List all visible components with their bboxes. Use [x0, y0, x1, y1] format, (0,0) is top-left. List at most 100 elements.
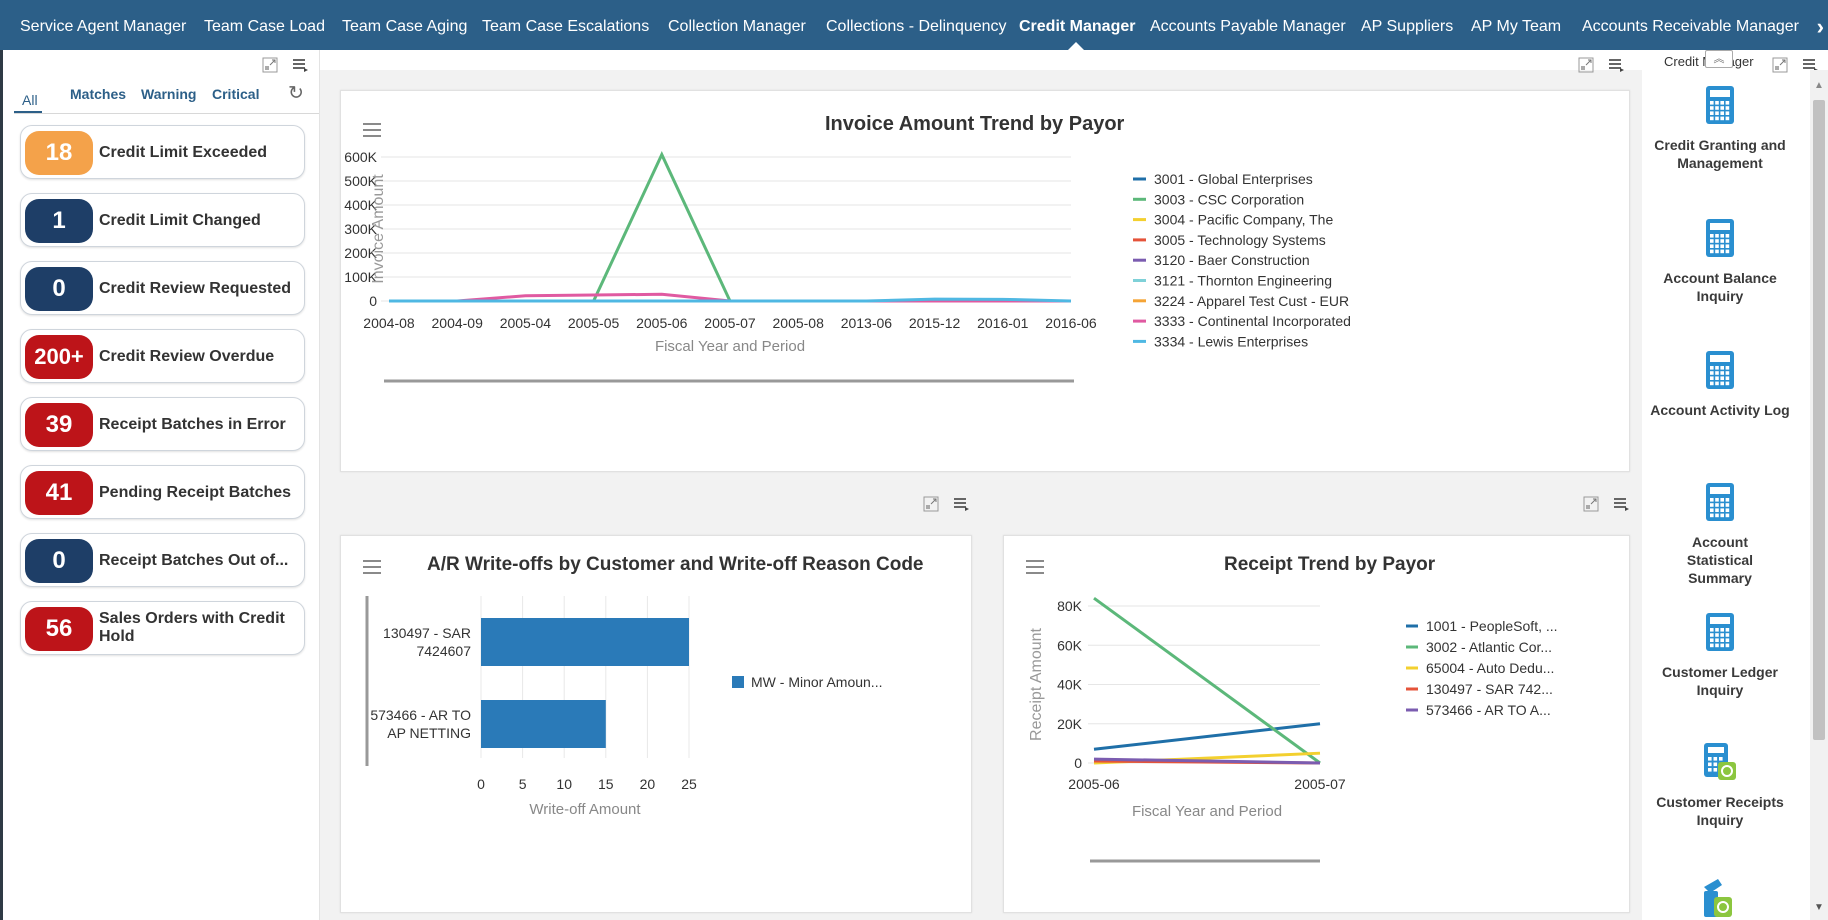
filter-critical[interactable]: Critical: [212, 86, 259, 102]
filter-all[interactable]: All: [22, 92, 38, 108]
x-tick-label: 2005-04: [500, 315, 552, 331]
x-tick-label: 2016-06: [1045, 315, 1097, 331]
maximize-icon[interactable]: [923, 496, 939, 512]
writeoffs-chart: 0 5 10 15 20 25 Write-off Amount 130497 - SAR 74…: [365, 596, 882, 818]
sidebar-item-customer-ledger-inquiry[interactable]: Customer Ledger Inquiry: [1645, 612, 1795, 699]
count-badge: 1: [25, 199, 93, 243]
nav-tab-service-agent-manager[interactable]: Service Agent Manager: [20, 0, 186, 50]
calculator-icon: [1645, 85, 1795, 130]
scroll-down-icon[interactable]: ▼: [1814, 902, 1824, 913]
legend-label: 3003 - CSC Corporation: [1154, 191, 1304, 207]
receipt-inquiry-icon: [1645, 742, 1795, 787]
alert-tile[interactable]: 0 Credit Review Requested: [20, 261, 305, 315]
category-label: 130497 - SAR: [383, 625, 471, 641]
invoice-trend-panel: Invoice Amount Trend by Payor 0 100K 200K 3…: [340, 90, 1630, 472]
panel-menu-icon[interactable]: [953, 496, 969, 512]
legend-label: 3002 - Atlantic Cor...: [1426, 639, 1552, 655]
sidebar-item-account-statistical-summary[interactable]: Account Statistical Summary: [1645, 482, 1795, 587]
nav-tab-collections-delinquency[interactable]: Collections - Delinquency: [826, 0, 1007, 50]
sidebar-item-label: Customer Receipts Inquiry: [1656, 794, 1784, 828]
receipt-trend-panel: Receipt Trend by Payor 0 20K 40K 60K 80K 2005…: [1003, 535, 1630, 913]
series-line: [389, 151, 1071, 303]
x-tick-label: 20: [640, 776, 656, 792]
category-label: 7424607: [416, 643, 471, 659]
maximize-icon[interactable]: [1578, 57, 1594, 73]
calculator-icon: [1645, 350, 1795, 395]
alert-tile[interactable]: 18 Credit Limit Exceeded: [20, 125, 305, 179]
alert-tile[interactable]: 1 Credit Limit Changed: [20, 193, 305, 247]
x-tick-label: 2013-06: [841, 315, 893, 331]
y-tick-label: 0: [1074, 755, 1082, 771]
series-line: [1093, 596, 1321, 765]
nav-tab-team-case-escalations[interactable]: Team Case Escalations: [482, 0, 649, 50]
x-tick-label: 2004-08: [363, 315, 415, 331]
y-tick-label: 0: [369, 293, 377, 309]
x-tick-label: 0: [477, 776, 485, 792]
x-axis-label: Fiscal Year and Period: [655, 338, 805, 355]
alert-tile[interactable]: 41 Pending Receipt Batches: [20, 465, 305, 519]
calculator-icon: [1645, 612, 1795, 657]
legend-label: 3120 - Baer Construction: [1154, 252, 1310, 268]
sidebar-item-account-activity-log[interactable]: Account Activity Log: [1645, 350, 1795, 419]
legend-label: 3334 - Lewis Enterprises: [1154, 333, 1308, 349]
nav-more-arrow-icon[interactable]: ›: [1817, 0, 1824, 50]
maximize-icon[interactable]: [1583, 496, 1599, 512]
sidebar-item-label: Account Balance Inquiry: [1663, 270, 1777, 304]
y-axis-label: Receipt Amount: [1028, 627, 1045, 741]
legend-label: 3333 - Continental Incorporated: [1154, 313, 1351, 329]
left-edge: [0, 50, 3, 920]
legend-label: 130497 - SAR 742...: [1426, 681, 1553, 697]
active-tab-caret: [1067, 42, 1085, 51]
count-badge: 18: [25, 131, 93, 175]
nav-tab-team-case-aging[interactable]: Team Case Aging: [342, 0, 467, 50]
legend-swatch: [732, 676, 744, 688]
sidebar-item-credit-granting-and-management[interactable]: Credit Granting and Management: [1645, 85, 1795, 172]
legend-label: 3121 - Thornton Engineering: [1154, 273, 1332, 289]
top-nav: › Service Agent Manager Team Case Load Tea…: [0, 0, 1828, 51]
sidebar-item-customer-receipts-inquiry[interactable]: Customer Receipts Inquiry: [1645, 742, 1795, 829]
nav-tab-accounts-payable-manager[interactable]: Accounts Payable Manager: [1150, 0, 1346, 50]
writeoffs-panel-tools: [923, 496, 969, 512]
y-tick-label: 40K: [1057, 677, 1083, 693]
tile-label: Credit Limit Changed: [99, 212, 261, 229]
nav-tab-collection-manager[interactable]: Collection Manager: [668, 0, 806, 50]
count-badge: 200+: [25, 335, 93, 379]
scrollbar-thumb[interactable]: [1813, 100, 1825, 740]
nav-tab-accounts-receivable-manager[interactable]: Accounts Receivable Manager: [1582, 0, 1799, 50]
alert-tile[interactable]: 0 Receipt Batches Out of...: [20, 533, 305, 587]
nav-tab-ap-suppliers[interactable]: AP Suppliers: [1361, 0, 1453, 50]
tile-label: Receipt Batches Out of...: [99, 552, 289, 569]
y-axis-label: Invoice Amount: [370, 174, 387, 284]
alert-tile[interactable]: 200+ Credit Review Overdue: [20, 329, 305, 383]
panel-menu-icon[interactable]: [1613, 496, 1629, 512]
alert-tile[interactable]: 39 Receipt Batches in Error: [20, 397, 305, 451]
sidebar-item-partial-icon[interactable]: [1700, 875, 1734, 920]
y-tick-label: 80K: [1057, 598, 1083, 614]
tile-label: Credit Review Overdue: [99, 348, 275, 365]
panel-menu-icon[interactable]: [1608, 57, 1624, 73]
maximize-icon[interactable]: [262, 57, 278, 73]
maximize-icon[interactable]: [1772, 57, 1788, 73]
x-tick-label: 2005-07: [704, 315, 756, 331]
tile-label: Credit Review Requested: [99, 280, 292, 297]
sidebar-item-account-balance-inquiry[interactable]: Account Balance Inquiry: [1645, 218, 1795, 305]
x-tick-label: 2015-12: [909, 315, 961, 331]
x-tick-label: 2016-01: [977, 315, 1029, 331]
alert-tile[interactable]: 56 Sales Orders with Credit Hold: [20, 601, 305, 655]
calculator-icon: [1645, 218, 1795, 263]
count-badge: 0: [25, 267, 93, 311]
category-label: AP NETTING: [387, 725, 471, 741]
refresh-icon[interactable]: ↻: [288, 82, 304, 105]
filter-warning[interactable]: Warning: [141, 86, 196, 102]
scroll-up-icon[interactable]: ▲: [1814, 80, 1824, 91]
nav-tab-team-case-load[interactable]: Team Case Load: [204, 0, 325, 50]
nav-tab-ap-my-team[interactable]: AP My Team: [1471, 0, 1561, 50]
legend-label: 65004 - Auto Dedu...: [1426, 660, 1554, 676]
tile-label: Pending Receipt Batches: [99, 484, 292, 501]
legend-label: 3004 - Pacific Company, The: [1154, 212, 1333, 228]
filter-matches[interactable]: Matches: [70, 86, 126, 102]
panel-menu-icon[interactable]: [292, 57, 308, 73]
x-tick-label: 2005-05: [568, 315, 620, 331]
legend-label: 3224 - Apparel Test Cust - EUR: [1154, 293, 1349, 309]
collapse-up-icon[interactable]: ︽: [1705, 50, 1733, 68]
